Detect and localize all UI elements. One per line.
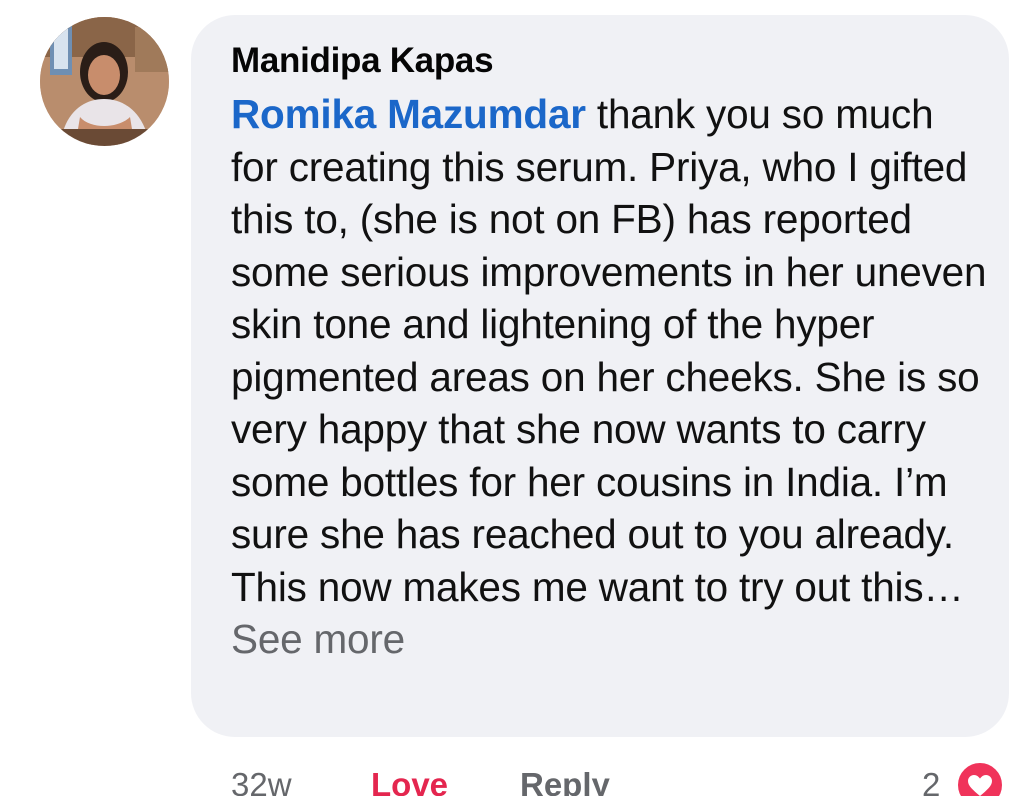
author-avatar[interactable] [40, 17, 169, 146]
author-name[interactable]: Manidipa Kapas [231, 41, 494, 81]
comment: Manidipa Kapas Romika Mazumdar thank you… [0, 0, 1024, 796]
comment-actions: 32w Love Reply 2 [0, 760, 1024, 796]
comment-bubble: Manidipa Kapas Romika Mazumdar thank you… [191, 15, 1009, 737]
reaction-count[interactable]: 2 [922, 766, 940, 796]
see-more-link[interactable]: See more [231, 616, 405, 662]
love-button[interactable]: Love [371, 766, 448, 796]
reply-button[interactable]: Reply [520, 766, 610, 796]
comment-text: Romika Mazumdar thank you so much for cr… [231, 88, 991, 666]
avatar-photo [40, 17, 169, 146]
timestamp[interactable]: 32w [231, 766, 292, 796]
mention-link[interactable]: Romika Mazumdar [231, 91, 586, 137]
comment-body: thank you so much for creating this seru… [231, 91, 987, 610]
heart-icon[interactable] [955, 760, 1005, 796]
